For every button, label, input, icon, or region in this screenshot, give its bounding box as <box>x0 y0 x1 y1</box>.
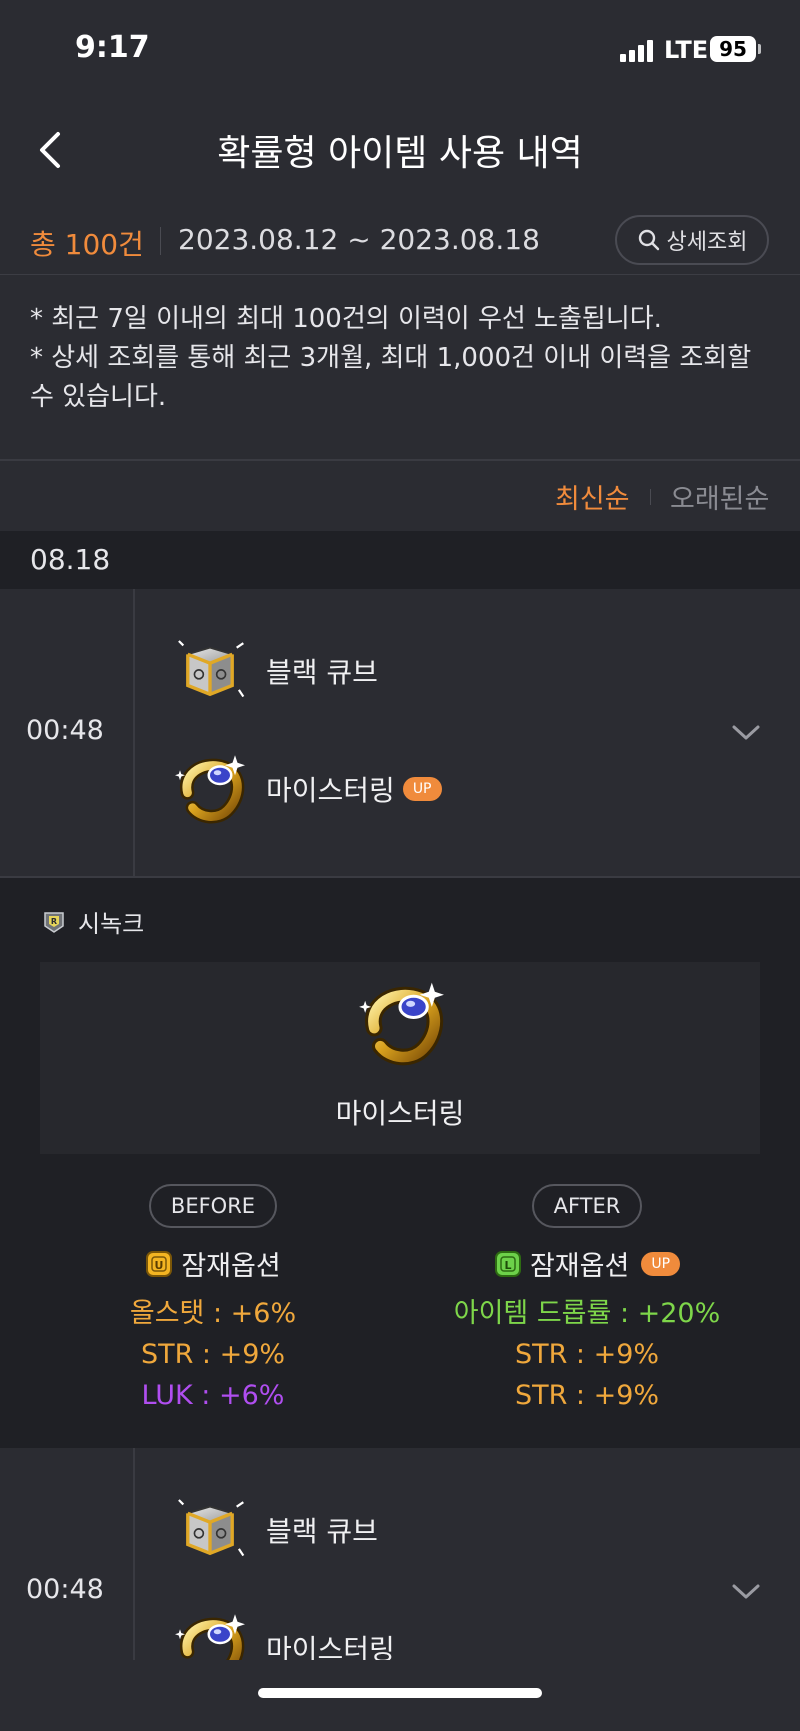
status-time: 9:17 <box>75 30 150 65</box>
detail-search-label: 상세조회 <box>666 230 748 255</box>
notice-text: * 최근 7일 이내의 최대 100건의 이력이 우선 노출됩니다. * 상세 … <box>30 300 770 417</box>
divider <box>133 589 135 876</box>
black-cube-icon <box>177 639 246 699</box>
legendary-grade-icon: L <box>494 1250 521 1277</box>
after-option-title-text: 잠재옵션 <box>529 1251 630 1282</box>
divider <box>650 489 651 505</box>
item-name: 마이스터링 <box>266 1633 395 1660</box>
date-group-header: 08.18 <box>0 531 800 589</box>
divider <box>133 1448 135 1660</box>
before-option-title-text: 잠재옵션 <box>181 1251 281 1282</box>
before-label: BEFORE <box>148 1184 278 1228</box>
unique-grade-icon: U <box>146 1250 173 1277</box>
date-group-label: 08.18 <box>30 543 111 576</box>
up-badge: UP <box>402 777 442 801</box>
history-entry[interactable]: 00:48 블랙 큐브 마이스터링 <box>0 1448 800 1660</box>
summary-bar: 총 100건 2023.08.12 ~ 2023.08.18 상세조회 <box>0 205 800 275</box>
history-entry[interactable]: 00:48 블랙 큐브 마이스터링 UP <box>0 589 800 876</box>
entry-time: 00:48 <box>26 1574 104 1605</box>
item-card-name: 마이스터링 <box>335 1097 465 1130</box>
sort-oldest-button[interactable]: 오래된순 <box>670 477 769 516</box>
battery-icon: 95 <box>710 36 756 62</box>
svg-text:U: U <box>155 1259 164 1272</box>
before-option-list: 올스탯 : +6% STR : +9% LUK : +6% <box>26 1293 400 1416</box>
detail-search-button[interactable]: 상세조회 <box>615 215 769 265</box>
cube-row: 블랙 큐브 <box>170 1490 378 1570</box>
after-option-line: STR : +9% <box>514 1339 660 1370</box>
after-option-line: STR : +9% <box>514 1380 660 1411</box>
item-card: 마이스터링 <box>40 962 760 1154</box>
svg-text:R: R <box>51 917 57 926</box>
after-column: AFTER L 잠재옵션 UP 아이템 드롭률 : +20% STR : +9%… <box>400 1184 774 1416</box>
notice-line-2: * 상세 조회를 통해 최근 3개월, 최대 1,000건 이내 이력을 조회할… <box>30 343 752 412</box>
after-option-line: 아이템 드롭률 : +20% <box>453 1298 721 1329</box>
before-option-line: STR : +9% <box>140 1339 286 1370</box>
ring-icon <box>170 1608 250 1660</box>
item-row: 마이스터링 <box>170 1608 395 1660</box>
home-area <box>0 1660 800 1731</box>
cube-name: 블랙 큐브 <box>266 656 378 689</box>
notice-line-1: * 최근 7일 이내의 최대 100건의 이력이 우선 노출됩니다. <box>30 304 662 334</box>
chevron-down-icon[interactable] <box>730 723 762 743</box>
ring-icon <box>170 749 250 829</box>
sort-newest-button[interactable]: 최신순 <box>555 477 630 516</box>
total-count: 총 100건 <box>30 228 144 261</box>
chevron-down-icon[interactable] <box>730 1582 762 1602</box>
after-option-title: L 잠재옵션 UP <box>400 1244 774 1283</box>
date-range: 2023.08.12 ~ 2023.08.18 <box>178 223 540 256</box>
item-row: 마이스터링 UP <box>170 749 442 829</box>
up-badge: UP <box>641 1251 681 1276</box>
cube-name: 블랙 큐브 <box>266 1515 378 1548</box>
after-label: AFTER <box>531 1184 643 1228</box>
before-option-title: U 잠재옵션 <box>26 1244 400 1283</box>
before-option-line: LUK : +6% <box>141 1380 285 1411</box>
battery-nub <box>758 44 761 54</box>
status-bar: 9:17 LTE 95 <box>0 0 800 100</box>
signal-icon <box>620 40 654 62</box>
after-option-list: 아이템 드롭률 : +20% STR : +9% STR : +9% <box>400 1293 774 1416</box>
item-name: 마이스터링 <box>266 774 395 807</box>
network-label: LTE <box>664 36 709 64</box>
search-icon <box>638 229 659 251</box>
before-option-line: 올스탯 : +6% <box>129 1298 297 1329</box>
svg-text:L: L <box>504 1259 511 1272</box>
nav-header: 확률형 아이템 사용 내역 <box>0 100 800 200</box>
cube-row: 블랙 큐브 <box>170 631 378 711</box>
server-info: R 시녹크 <box>42 904 144 939</box>
black-cube-icon <box>177 1498 246 1558</box>
server-icon: R <box>44 911 64 933</box>
before-column: BEFORE U 잠재옵션 올스탯 : +6% STR : +9% LUK : … <box>26 1184 400 1416</box>
entry-detail: R 시녹크 마이스터링 BEFORE U 잠재옵션 올스탯 : +6% STR … <box>0 876 800 1448</box>
home-indicator[interactable] <box>258 1688 542 1698</box>
ring-icon <box>350 972 450 1072</box>
server-name: 시녹크 <box>78 910 145 938</box>
page-title: 확률형 아이템 사용 내역 <box>217 133 583 174</box>
history-entry-clip: 00:48 블랙 큐브 마이스터링 <box>0 1448 800 1660</box>
sort-bar: 최신순 오래된순 <box>0 461 800 531</box>
divider <box>160 227 161 255</box>
entry-time: 00:48 <box>26 715 104 746</box>
